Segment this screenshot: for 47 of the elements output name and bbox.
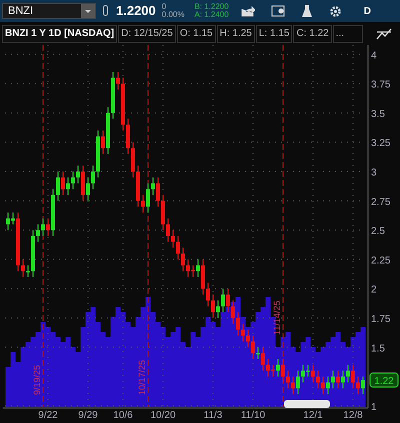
price-tick: 3.25	[371, 138, 390, 150]
info-field: L: 1.15	[256, 24, 292, 42]
price-tick: 1	[371, 402, 377, 413]
info-field: H: 1.25	[216, 24, 255, 42]
percent-change: 0.00%	[162, 11, 184, 19]
date-tick: 9/22	[38, 410, 58, 421]
dropdown-icon[interactable]	[81, 4, 95, 18]
price-tick: 4	[371, 50, 377, 62]
info-field: D: 12/15/25	[118, 24, 176, 42]
date-tick: 11/10	[240, 410, 266, 421]
last-price: 1.2200	[116, 2, 156, 20]
chart-style-icon[interactable]	[376, 26, 392, 40]
date-tick: 11/3	[204, 410, 222, 421]
price-tick: 2	[371, 284, 377, 296]
event-label: 11/14/25	[272, 300, 282, 335]
last-price-label: 1.22	[370, 372, 398, 388]
info-field: C: 1.22	[293, 24, 332, 42]
price-tick: 2.25	[371, 255, 390, 266]
info-field: O: 1.15	[176, 24, 216, 42]
price-tick: 3	[371, 168, 377, 179]
share-icon[interactable]	[240, 5, 255, 17]
calendar-icon[interactable]	[270, 5, 285, 17]
date-tick: 12/1	[303, 410, 323, 421]
link-icon[interactable]	[102, 4, 110, 18]
date-tick: 12/8	[343, 410, 363, 421]
bid-price: B: 1.2200	[194, 3, 229, 11]
price-tick: 2.75	[371, 196, 390, 208]
date-tick: 10/6	[113, 410, 133, 421]
ask-price: A: 1.2400	[194, 11, 229, 19]
symbol-text: BNZI	[8, 4, 34, 19]
period-button[interactable]: D	[364, 4, 371, 18]
net-change: 0	[162, 3, 168, 11]
chart-title: BNZI 1 Y 1D [NASDAQ]	[2, 24, 118, 42]
price-tick: 3.75	[371, 80, 390, 91]
price-tick: 2.5	[371, 226, 385, 238]
price-tick: 1.75	[371, 314, 390, 325]
flask-icon[interactable]	[300, 4, 313, 18]
event-label: 10/17/25	[137, 360, 147, 395]
price-tick: 1.5	[371, 343, 385, 354]
settings-icon[interactable]	[328, 4, 342, 18]
date-tick: 10/20	[150, 410, 176, 421]
symbol-field[interactable]: BNZI	[2, 3, 96, 19]
more-text: ...	[332, 24, 363, 42]
price-tick: 3.5	[371, 108, 385, 120]
tooltip-bubble	[284, 400, 330, 408]
date-tick: 9/29	[78, 410, 98, 421]
event-label: 9/19/25	[32, 364, 42, 395]
